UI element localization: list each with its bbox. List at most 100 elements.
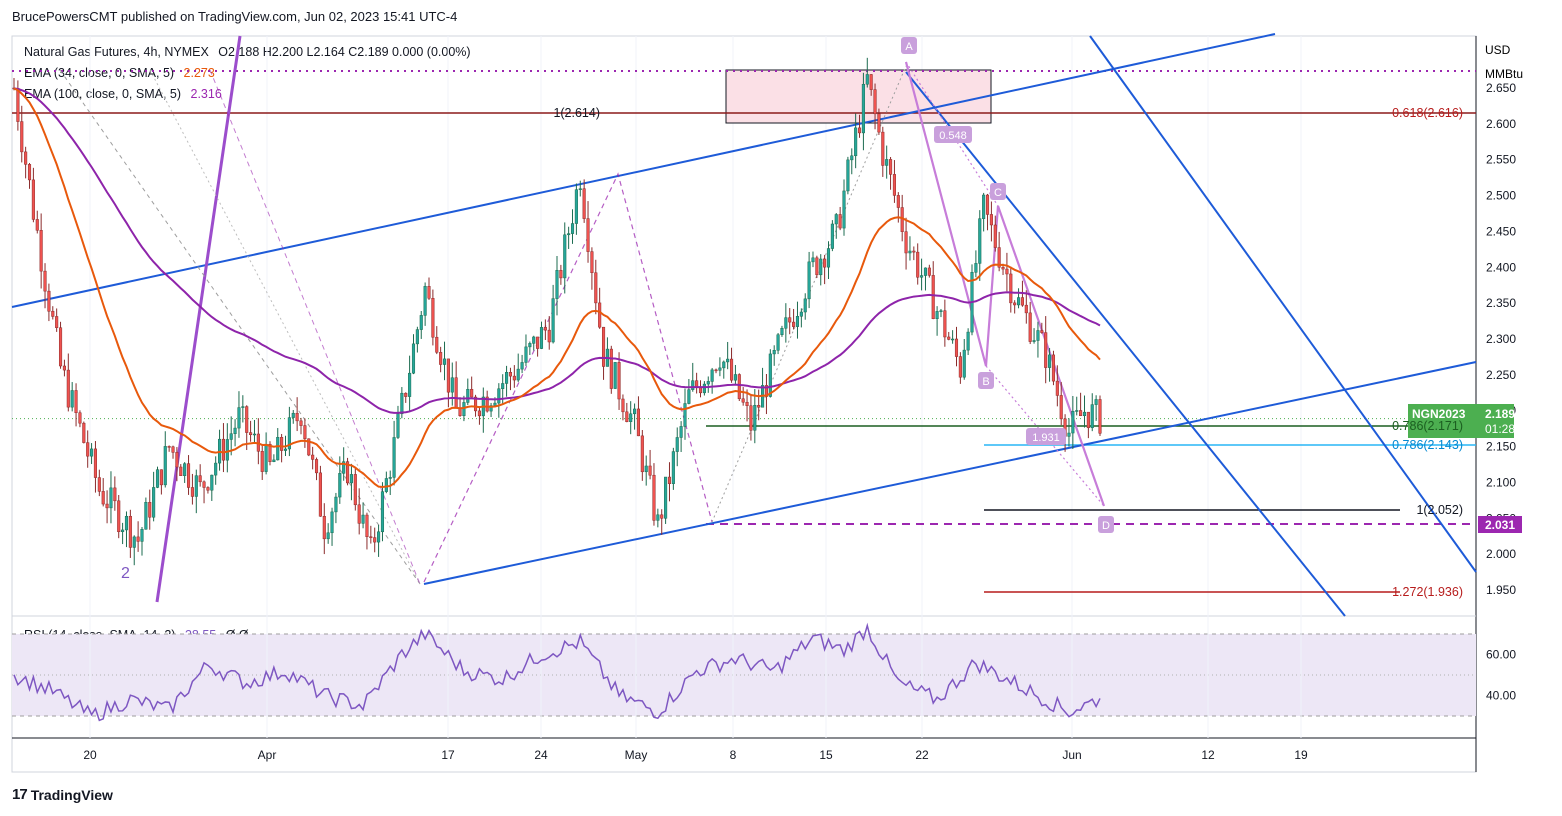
candle[interactable] bbox=[629, 401, 633, 435]
candle[interactable] bbox=[477, 406, 481, 425]
candle[interactable] bbox=[889, 157, 893, 190]
candle[interactable] bbox=[582, 179, 586, 223]
candle[interactable] bbox=[435, 326, 439, 355]
candle[interactable] bbox=[768, 349, 772, 398]
candle[interactable] bbox=[679, 421, 683, 452]
candle[interactable] bbox=[233, 419, 237, 447]
candle[interactable] bbox=[167, 445, 171, 452]
candle[interactable] bbox=[1082, 395, 1087, 428]
candle[interactable] bbox=[1079, 392, 1083, 417]
candle[interactable] bbox=[617, 352, 621, 410]
candle[interactable] bbox=[780, 325, 784, 337]
candle[interactable] bbox=[570, 209, 575, 244]
wave-2-line[interactable] bbox=[155, 35, 242, 603]
candle[interactable] bbox=[24, 146, 28, 179]
candle[interactable] bbox=[470, 376, 474, 398]
candle[interactable] bbox=[927, 264, 931, 278]
candle[interactable] bbox=[252, 419, 257, 444]
candle[interactable] bbox=[675, 427, 679, 467]
candle[interactable] bbox=[807, 251, 811, 309]
candle[interactable] bbox=[722, 360, 726, 379]
candle[interactable] bbox=[128, 509, 132, 558]
candle[interactable] bbox=[1005, 252, 1009, 292]
candle[interactable] bbox=[190, 473, 194, 505]
candle[interactable] bbox=[74, 383, 78, 427]
candle[interactable] bbox=[51, 306, 55, 320]
candle[interactable] bbox=[881, 126, 885, 177]
candle[interactable] bbox=[384, 471, 388, 494]
candle[interactable] bbox=[210, 474, 214, 501]
candle[interactable] bbox=[330, 507, 334, 546]
chart-canvas[interactable]: 2.650 2.600 2.550 2.500 2.450 2.400 2.350 2.300… bbox=[0, 0, 1562, 816]
candle[interactable] bbox=[334, 492, 338, 524]
candle[interactable] bbox=[826, 241, 831, 279]
channel-upper-line[interactable] bbox=[11, 33, 1276, 308]
candle[interactable] bbox=[586, 201, 590, 263]
candle[interactable] bbox=[640, 430, 644, 481]
candle[interactable] bbox=[904, 217, 908, 270]
candle[interactable] bbox=[303, 418, 307, 448]
candle[interactable] bbox=[687, 379, 691, 405]
candle[interactable] bbox=[1024, 290, 1028, 324]
candle[interactable] bbox=[567, 226, 571, 249]
candle[interactable] bbox=[912, 246, 916, 261]
candle[interactable] bbox=[625, 402, 629, 423]
candle[interactable] bbox=[512, 365, 516, 388]
candle[interactable] bbox=[136, 521, 140, 552]
candle[interactable] bbox=[508, 367, 513, 391]
candle[interactable] bbox=[353, 468, 357, 511]
candle[interactable] bbox=[415, 326, 419, 353]
candle[interactable] bbox=[419, 311, 423, 339]
candle[interactable] bbox=[241, 395, 245, 423]
candle[interactable] bbox=[660, 509, 664, 535]
candle[interactable] bbox=[636, 396, 641, 437]
candle[interactable] bbox=[439, 346, 443, 373]
candle[interactable] bbox=[1017, 288, 1021, 309]
candle[interactable] bbox=[978, 210, 982, 281]
candle[interactable] bbox=[667, 462, 672, 502]
candle[interactable] bbox=[861, 72, 865, 151]
candle[interactable] bbox=[113, 476, 117, 511]
candle[interactable] bbox=[605, 337, 609, 367]
candle[interactable] bbox=[237, 391, 241, 438]
trendline-descending-1[interactable] bbox=[905, 71, 1346, 617]
candle[interactable] bbox=[58, 321, 63, 369]
candle[interactable] bbox=[609, 345, 613, 394]
candle[interactable] bbox=[408, 355, 412, 412]
candle[interactable] bbox=[179, 464, 183, 476]
candle[interactable] bbox=[753, 389, 757, 444]
candle[interactable] bbox=[656, 508, 660, 528]
channel-lower-line[interactable] bbox=[423, 361, 1477, 585]
resistance-zone-box[interactable] bbox=[725, 69, 992, 124]
candle[interactable] bbox=[931, 261, 935, 320]
candle[interactable] bbox=[70, 382, 74, 412]
candle[interactable] bbox=[206, 486, 210, 494]
candle[interactable] bbox=[923, 267, 928, 291]
candle[interactable] bbox=[446, 358, 450, 408]
candle[interactable] bbox=[528, 341, 532, 356]
candle[interactable] bbox=[357, 488, 361, 535]
candle[interactable] bbox=[733, 364, 737, 385]
candle[interactable] bbox=[365, 512, 369, 550]
candle[interactable] bbox=[349, 463, 353, 501]
candle[interactable] bbox=[574, 183, 578, 235]
candle[interactable] bbox=[702, 381, 706, 396]
candle[interactable] bbox=[598, 287, 602, 329]
candle[interactable] bbox=[962, 339, 966, 380]
candle[interactable] bbox=[86, 430, 90, 468]
candle[interactable] bbox=[788, 308, 792, 335]
candle[interactable] bbox=[648, 449, 652, 480]
candle[interactable] bbox=[633, 403, 637, 430]
candle[interactable] bbox=[714, 368, 718, 374]
candle[interactable] bbox=[613, 362, 617, 389]
candle[interactable] bbox=[536, 336, 540, 357]
candle[interactable] bbox=[698, 380, 703, 398]
candle[interactable] bbox=[559, 264, 563, 285]
candle[interactable] bbox=[140, 527, 144, 556]
candle[interactable] bbox=[710, 367, 714, 394]
candle[interactable] bbox=[260, 444, 264, 480]
candle[interactable] bbox=[1013, 300, 1017, 314]
candle[interactable] bbox=[109, 471, 113, 524]
candle[interactable] bbox=[741, 387, 745, 406]
candle[interactable] bbox=[563, 222, 567, 294]
